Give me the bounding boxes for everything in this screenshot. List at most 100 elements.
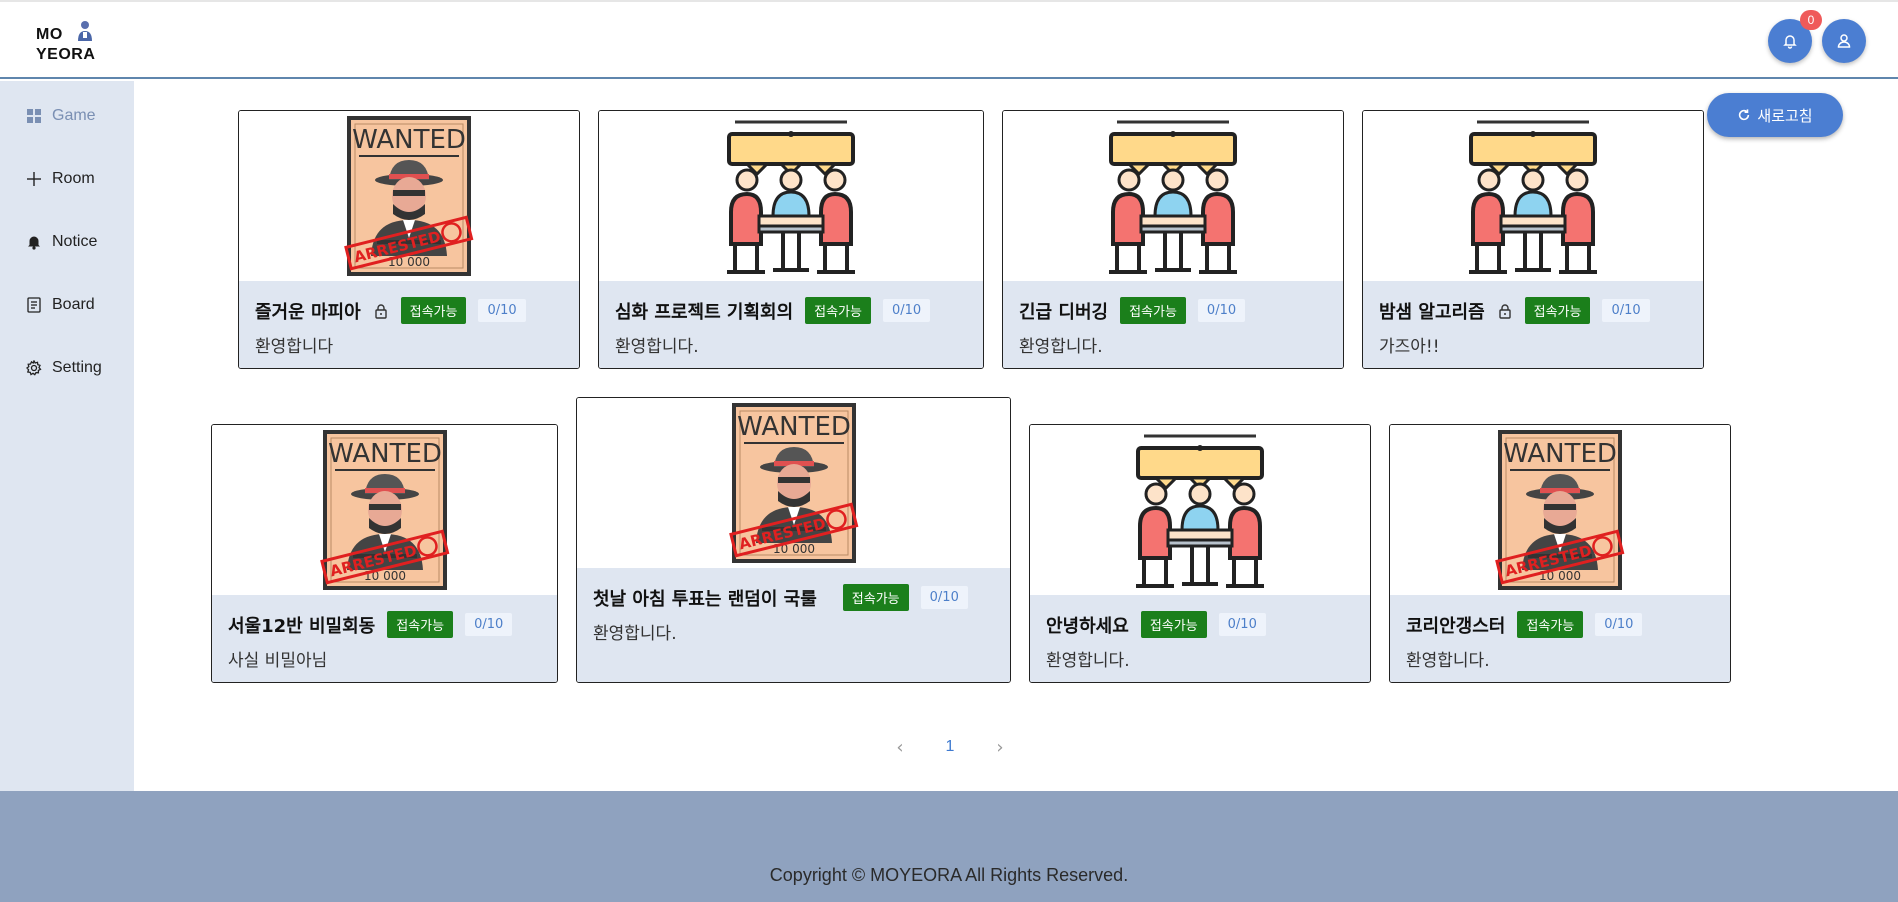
sidebar-item-board[interactable]: Board xyxy=(26,292,95,318)
room-title: 첫날 아침 투표는 랜덤이 국룰 xyxy=(593,588,817,610)
user-menu-button[interactable] xyxy=(1822,19,1866,63)
room-player-count: 0/10 xyxy=(1602,299,1650,322)
logo-line2: YEORA xyxy=(36,46,96,63)
room-title: 즐거운 마피아 xyxy=(255,301,361,323)
room-description: 환영합니다 xyxy=(255,337,334,357)
room-player-count: 0/10 xyxy=(478,299,526,322)
room-image xyxy=(1390,425,1730,595)
room-player-count: 0/10 xyxy=(882,299,931,322)
lock-icon xyxy=(1498,303,1511,319)
room-player-count: 0/10 xyxy=(920,586,968,609)
lock-icon xyxy=(374,303,387,319)
room-player-count: 0/10 xyxy=(1218,613,1266,636)
refresh-button[interactable]: 새로고침 xyxy=(1707,93,1843,137)
room-status-badge: 접속가능 xyxy=(1517,611,1584,638)
room-status-badge: 접속가능 xyxy=(400,297,467,324)
logo[interactable]: MO YEORA xyxy=(34,21,110,70)
room-info: 즐거운 마피아 접속가능 0/10 환영합니다 xyxy=(239,281,579,368)
refresh-icon xyxy=(1739,109,1750,121)
room-player-count: 0/10 xyxy=(1197,299,1246,322)
room-description: 사실 비밀아님 xyxy=(228,651,328,671)
room-title: 코리안갱스터 xyxy=(1406,615,1506,637)
room-card[interactable]: 긴급 디버깅 접속가능 0/10 환영합니다. xyxy=(1002,110,1344,369)
room-card[interactable]: 서울12반 비밀회동 접속가능 0/10 사실 비밀아님 xyxy=(211,424,558,683)
room-info: 서울12반 비밀회동 접속가능 0/10 사실 비밀아님 xyxy=(212,595,557,682)
room-image xyxy=(577,398,1010,568)
room-title: 밤샘 알고리즘 xyxy=(1379,301,1485,323)
sidebar-item-label: Notice xyxy=(52,233,98,250)
room-title: 서울12반 비밀회동 xyxy=(228,615,376,637)
room-image xyxy=(239,111,579,281)
room-info: 긴급 디버깅 접속가능 0/10 환영합니다. xyxy=(1003,281,1343,368)
notification-count-badge: 0 xyxy=(1800,10,1822,30)
sidebar-item-game[interactable]: Game xyxy=(26,103,96,129)
room-description: 환영합니다. xyxy=(1046,651,1130,671)
room-description: 가즈아!! xyxy=(1379,337,1440,357)
bell-icon xyxy=(28,236,40,250)
room-card[interactable]: 즐거운 마피아 접속가능 0/10 환영합니다 xyxy=(238,110,580,369)
sidebar-item-notice[interactable]: Notice xyxy=(26,229,97,255)
logo-line1: MO xyxy=(36,26,63,43)
room-image xyxy=(1363,111,1703,281)
meeting-icon xyxy=(1134,434,1266,588)
sidebar: Game Room Notice Board Setting xyxy=(0,81,134,791)
pagination: ‹ 1 › xyxy=(890,732,1010,762)
room-status-badge: 접속가능 xyxy=(1120,297,1186,324)
room-info: 첫날 아침 투표는 랜덤이 국룰 접속가능 0/10 환영합니다. xyxy=(577,568,1010,682)
plus-icon xyxy=(27,172,41,186)
wanted-poster-icon xyxy=(319,430,450,590)
wanted-poster-icon xyxy=(728,403,859,563)
meeting-icon xyxy=(1107,120,1239,274)
gear-icon xyxy=(26,360,42,376)
room-player-count: 0/10 xyxy=(465,613,513,636)
copyright-text: Copyright © MOYEORA All Rights Reserved. xyxy=(769,865,1129,885)
room-status-badge: 접속가능 xyxy=(842,584,909,611)
top-header: MO YEORA 0 xyxy=(0,2,1898,79)
wanted-poster-icon xyxy=(1494,430,1625,590)
logo-person-icon xyxy=(78,21,92,41)
room-info: 밤샘 알고리즘 접속가능 0/10 가즈아!! xyxy=(1363,281,1703,368)
bell-icon xyxy=(1783,35,1797,49)
room-info: 코리안갱스터 접속가능 0/10 환영합니다. xyxy=(1390,595,1730,682)
sidebar-item-label: Room xyxy=(52,170,95,187)
room-status-badge: 접속가능 xyxy=(387,611,454,638)
room-card[interactable]: 안녕하세요 접속가능 0/10 환영합니다. xyxy=(1029,424,1371,683)
room-description: 환영합니다. xyxy=(1019,337,1103,357)
document-icon xyxy=(27,297,41,313)
meeting-icon xyxy=(1467,120,1599,274)
room-description: 환영합니다. xyxy=(1406,651,1490,671)
refresh-label: 새로고침 xyxy=(1757,107,1813,125)
footer: Copyright © MOYEORA All Rights Reserved. xyxy=(0,791,1898,902)
room-status-badge: 접속가능 xyxy=(1140,611,1207,638)
room-status-badge: 접속가능 xyxy=(1524,297,1591,324)
room-image xyxy=(1030,425,1370,595)
room-title: 안녕하세요 xyxy=(1046,615,1129,637)
sidebar-item-label: Setting xyxy=(52,359,102,376)
wanted-poster-icon xyxy=(343,116,474,276)
sidebar-item-setting[interactable]: Setting xyxy=(26,355,102,381)
sidebar-item-room[interactable]: Room xyxy=(26,166,95,192)
room-image xyxy=(599,111,983,281)
room-card[interactable]: 밤샘 알고리즘 접속가능 0/10 가즈아!! xyxy=(1362,110,1704,369)
room-card[interactable]: 첫날 아침 투표는 랜덤이 국룰 접속가능 0/10 환영합니다. xyxy=(576,397,1011,683)
room-description: 환영합니다. xyxy=(593,624,677,644)
room-title: 긴급 디버깅 xyxy=(1019,301,1109,323)
room-title: 심화 프로젝트 기획회의 xyxy=(615,301,794,323)
room-card[interactable]: 코리안갱스터 접속가능 0/10 환영합니다. xyxy=(1389,424,1731,683)
meeting-icon xyxy=(725,120,857,274)
room-player-count: 0/10 xyxy=(1595,613,1643,636)
user-icon xyxy=(1837,34,1851,48)
prev-page-button[interactable]: ‹ xyxy=(890,737,910,758)
room-info: 심화 프로젝트 기획회의 접속가능 0/10 환영합니다. xyxy=(599,281,983,368)
room-status-badge: 접속가능 xyxy=(805,297,871,324)
sidebar-item-label: Board xyxy=(52,296,95,313)
room-image xyxy=(1003,111,1343,281)
sidebar-item-label: Game xyxy=(52,107,96,124)
room-image xyxy=(212,425,557,595)
room-card[interactable]: 심화 프로젝트 기획회의 접속가능 0/10 환영합니다. xyxy=(598,110,984,369)
page-number-1[interactable]: 1 xyxy=(946,738,955,756)
grid-icon xyxy=(27,109,41,123)
next-page-button[interactable]: › xyxy=(990,737,1010,758)
room-info: 안녕하세요 접속가능 0/10 환영합니다. xyxy=(1030,595,1370,682)
room-description: 환영합니다. xyxy=(615,337,699,357)
